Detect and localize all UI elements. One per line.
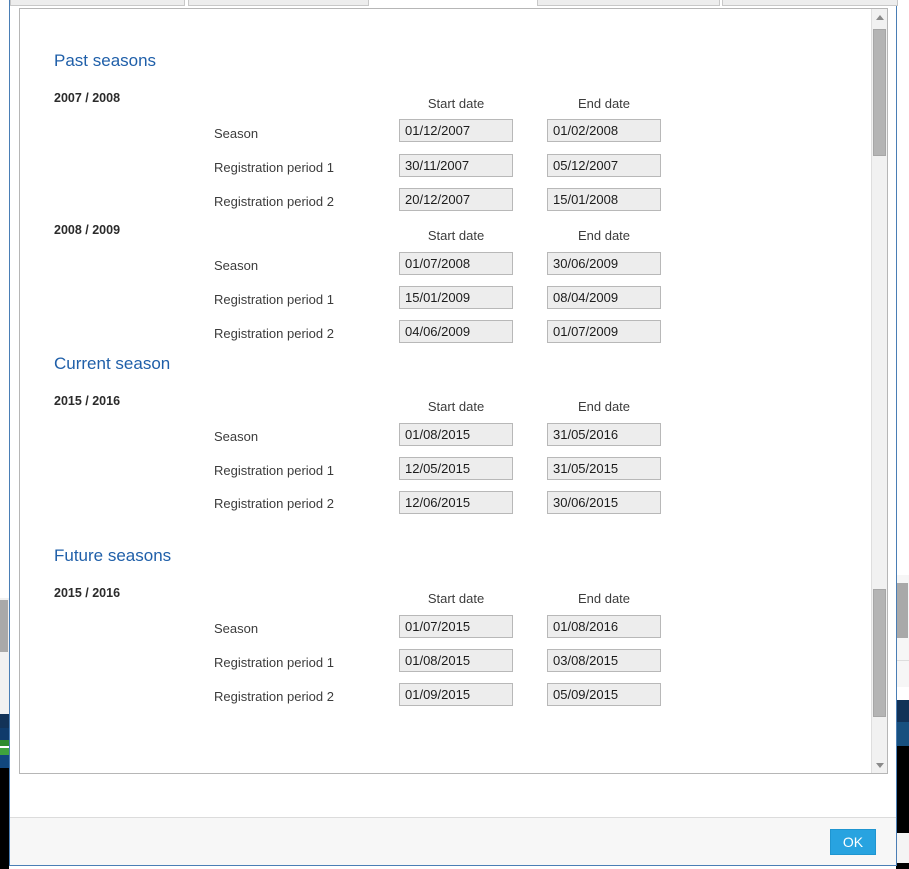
column-header-start-date: Start date xyxy=(427,228,485,243)
registration-period-2-end-date-input[interactable] xyxy=(547,320,661,343)
row-label-registration-period-1: Registration period 1 xyxy=(214,463,334,478)
column-header-start-date: Start date xyxy=(427,96,485,111)
row-label-registration-period-1: Registration period 1 xyxy=(214,160,334,175)
clipped-field-3[interactable] xyxy=(537,0,720,6)
seasons-dialog: Past seasons 2007 / 2008 Start date End … xyxy=(9,0,898,866)
section-title-past-seasons: Past seasons xyxy=(54,51,157,70)
column-header-end-date: End date xyxy=(577,399,631,414)
registration-period-1-end-date-input[interactable] xyxy=(547,457,661,480)
registration-period-1-end-date-input[interactable] xyxy=(547,154,661,177)
registration-period-2-end-date-input[interactable] xyxy=(547,491,661,514)
page-root: Past seasons 2007 / 2008 Start date End … xyxy=(0,0,909,869)
season-start-date-input[interactable] xyxy=(399,119,513,142)
background-strip xyxy=(0,740,9,746)
background-strip xyxy=(896,863,909,869)
season-start-date-input[interactable] xyxy=(399,615,513,638)
row-label-season: Season xyxy=(214,258,259,273)
background-strip xyxy=(896,746,909,833)
row-label-registration-period-2: Registration period 2 xyxy=(214,689,334,704)
seasons-scrollview: Past seasons 2007 / 2008 Start date End … xyxy=(20,9,871,773)
season-end-date-input[interactable] xyxy=(547,119,661,142)
row-label-registration-period-1: Registration period 1 xyxy=(214,655,334,670)
registration-period-2-end-date-input[interactable] xyxy=(547,683,661,706)
section-title-current-season: Current season xyxy=(54,354,171,373)
scrollbar-thumb-lower[interactable] xyxy=(873,589,886,717)
registration-period-1-start-date-input[interactable] xyxy=(399,286,513,309)
dialog-spacer xyxy=(10,774,896,817)
registration-period-1-start-date-input[interactable] xyxy=(399,154,513,177)
row-label-registration-period-2: Registration period 2 xyxy=(214,326,334,341)
season-start-date-input[interactable] xyxy=(399,252,513,275)
row-label-season: Season xyxy=(214,429,259,444)
scrollbar-thumb-upper[interactable] xyxy=(873,29,886,156)
ok-button[interactable]: OK xyxy=(830,828,876,855)
background-right-bleed xyxy=(896,0,909,869)
registration-period-2-start-date-input[interactable] xyxy=(399,491,513,514)
column-header-start-date: Start date xyxy=(427,591,485,606)
season-label: 2007 / 2008 xyxy=(54,91,121,105)
registration-period-2-start-date-input[interactable] xyxy=(399,683,513,706)
season-end-date-input[interactable] xyxy=(547,423,661,446)
row-label-registration-period-2: Registration period 2 xyxy=(214,194,334,209)
season-start-date-input[interactable] xyxy=(399,423,513,446)
column-header-end-date: End date xyxy=(577,591,631,606)
background-strip xyxy=(896,660,909,661)
registration-period-1-start-date-input[interactable] xyxy=(399,649,513,672)
registration-period-2-end-date-input[interactable] xyxy=(547,188,661,211)
row-label-season: Season xyxy=(214,621,259,636)
scroll-up-arrow-icon[interactable] xyxy=(872,9,887,26)
column-header-end-date: End date xyxy=(577,228,631,243)
clipped-field-2[interactable] xyxy=(188,0,369,6)
panel-vertical-scrollbar[interactable] xyxy=(871,9,887,773)
registration-period-1-start-date-input[interactable] xyxy=(399,457,513,480)
dialog-footer: OK xyxy=(10,817,896,865)
background-strip xyxy=(0,728,9,740)
season-end-date-input[interactable] xyxy=(547,252,661,275)
seasons-panel: Past seasons 2007 / 2008 Start date End … xyxy=(19,8,888,774)
background-strip xyxy=(0,714,9,728)
background-scrollbar-thumb-right[interactable] xyxy=(897,583,908,638)
background-strip xyxy=(896,833,909,863)
clipped-toolbar-row xyxy=(10,0,898,8)
background-strip xyxy=(0,768,9,869)
column-header-end-date: End date xyxy=(577,96,631,111)
registration-period-2-start-date-input[interactable] xyxy=(399,188,513,211)
registration-period-1-end-date-input[interactable] xyxy=(547,649,661,672)
season-label: 2008 / 2009 xyxy=(54,223,121,237)
row-label-registration-period-1: Registration period 1 xyxy=(214,292,334,307)
section-title-future-seasons: Future seasons xyxy=(54,546,172,565)
season-end-date-input[interactable] xyxy=(547,615,661,638)
clipped-field-1[interactable] xyxy=(10,0,185,6)
season-label: 2015 / 2016 xyxy=(54,394,121,408)
background-strip xyxy=(896,722,909,746)
background-strip xyxy=(0,748,9,755)
column-header-start-date: Start date xyxy=(427,399,485,414)
row-label-registration-period-2: Registration period 2 xyxy=(214,496,334,511)
clipped-field-4[interactable] xyxy=(722,0,898,6)
registration-period-1-end-date-input[interactable] xyxy=(547,286,661,309)
scroll-down-arrow-icon[interactable] xyxy=(872,756,887,773)
registration-period-2-start-date-input[interactable] xyxy=(399,320,513,343)
season-label: 2015 / 2016 xyxy=(54,586,121,600)
background-strip xyxy=(896,700,909,722)
background-strip xyxy=(0,755,9,768)
row-label-season: Season xyxy=(214,126,259,141)
background-scrollbar-thumb-left[interactable] xyxy=(0,600,8,652)
